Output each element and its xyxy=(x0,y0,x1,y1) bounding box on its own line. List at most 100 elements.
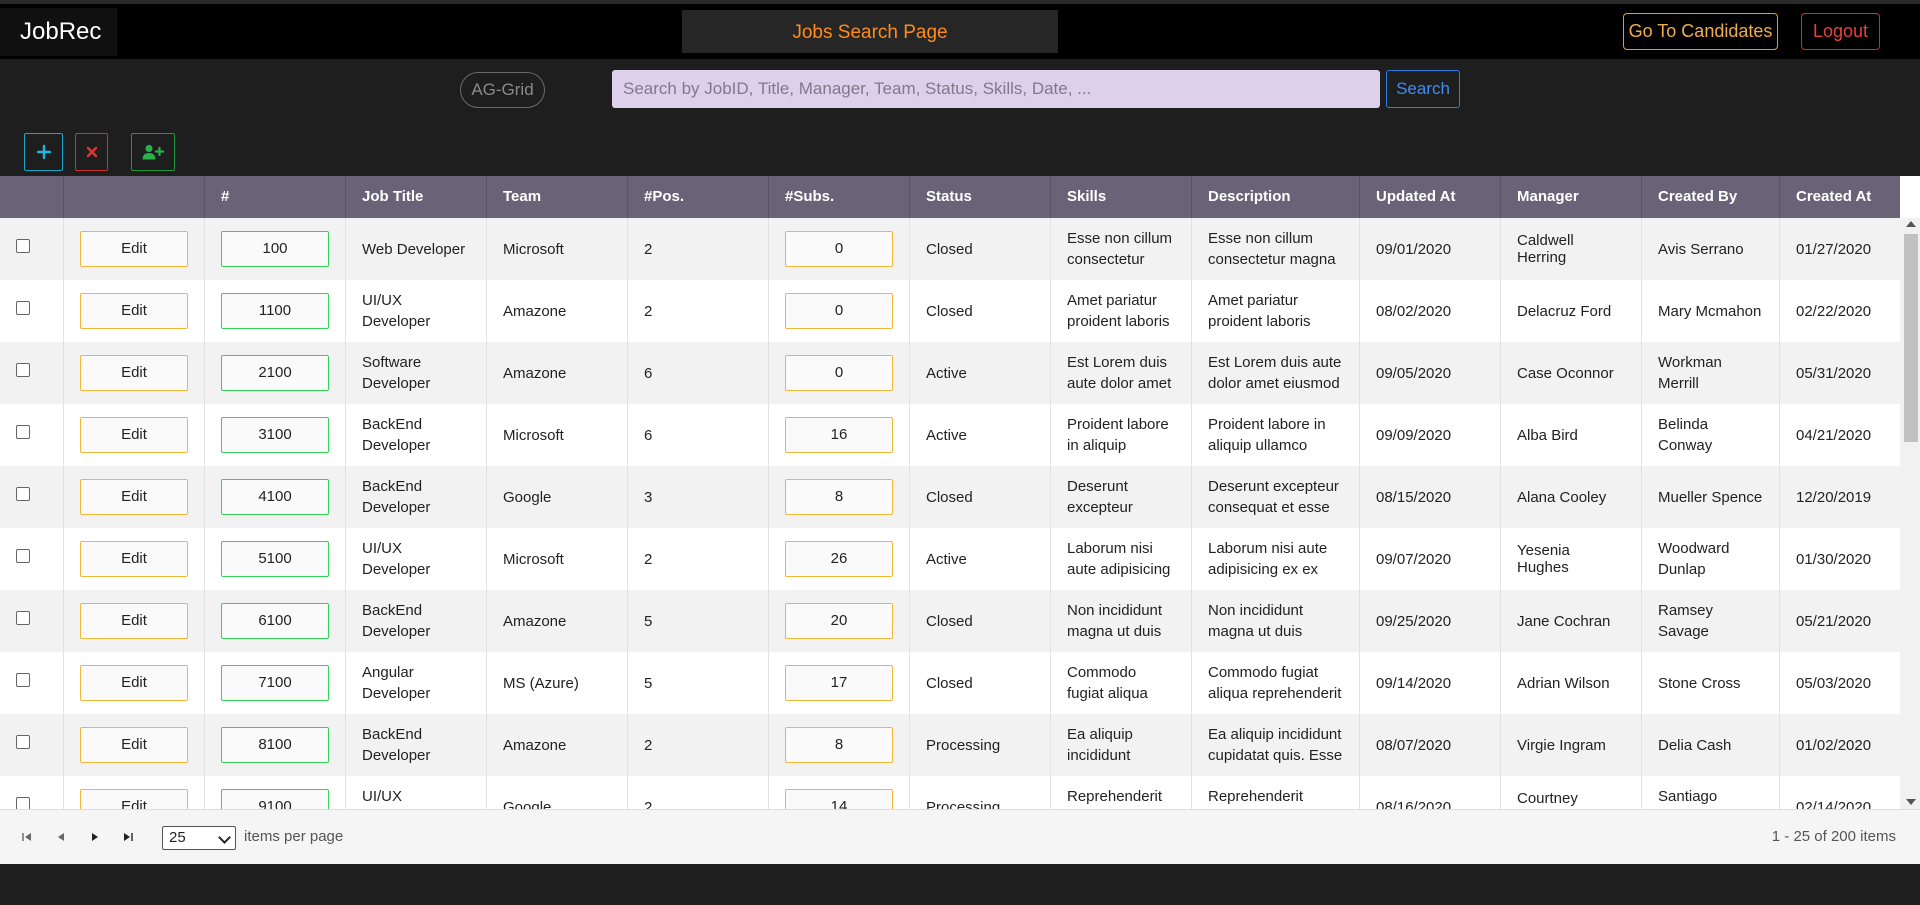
edit-button[interactable]: Edit xyxy=(80,603,188,639)
submissions-button[interactable]: 8 xyxy=(785,727,893,763)
created-at-cell: 05/21/2020 xyxy=(1780,590,1900,652)
header-job-title[interactable]: Job Title xyxy=(346,176,487,218)
row-checkbox[interactable] xyxy=(16,487,30,501)
submissions-button[interactable]: 8 xyxy=(785,479,893,515)
job-id-button[interactable]: 6100 xyxy=(221,603,329,639)
edit-button[interactable]: Edit xyxy=(80,293,188,329)
header-id[interactable]: # xyxy=(205,176,346,218)
go-to-candidates-button[interactable]: Go To Candidates xyxy=(1623,13,1778,50)
row-checkbox[interactable] xyxy=(16,239,30,253)
edit-button[interactable]: Edit xyxy=(80,355,188,391)
skills-text: Ea aliquip incididunt xyxy=(1067,726,1133,764)
job-id-button[interactable]: 3100 xyxy=(221,417,329,453)
delete-job-button[interactable] xyxy=(75,133,108,171)
table-row[interactable]: Edit 3100 BackEnd Developer Microsoft 6 16 Act… xyxy=(0,404,1900,466)
header-submissions[interactable]: #Subs. xyxy=(769,176,910,218)
table-row[interactable]: Edit 1100 UI/UX Developer Amazone 2 0 Closed Am… xyxy=(0,280,1900,342)
header-skills[interactable]: Skills xyxy=(1051,176,1192,218)
submissions-button[interactable]: 0 xyxy=(785,231,893,267)
header-status[interactable]: Status xyxy=(910,176,1051,218)
table-row[interactable]: Edit 7100 Angular Developer MS (Azure) 5 17 Cl… xyxy=(0,652,1900,714)
job-id-button[interactable]: 4100 xyxy=(221,479,329,515)
header-manager[interactable]: Manager xyxy=(1501,176,1642,218)
job-id-button[interactable]: 100 xyxy=(221,231,329,267)
created-at-cell: 05/31/2020 xyxy=(1780,342,1900,404)
brand-logo[interactable]: JobRec xyxy=(0,8,117,56)
search-button[interactable]: Search xyxy=(1386,70,1460,108)
page-size-select[interactable]: 25 xyxy=(162,826,236,850)
edit-button[interactable]: Edit xyxy=(80,727,188,763)
table-row[interactable]: Edit 100 Web Developer Microsoft 2 0 Closed Ess… xyxy=(0,218,1900,280)
edit-button[interactable]: Edit xyxy=(80,665,188,701)
positions-cell: 3 xyxy=(628,466,769,528)
submissions-button[interactable]: 0 xyxy=(785,293,893,329)
submissions-button[interactable]: 14 xyxy=(785,789,893,809)
status-cell: Active xyxy=(910,404,1051,466)
skills-cell: Commodo fugiat aliqua xyxy=(1051,652,1192,714)
header-checkbox-col[interactable] xyxy=(0,176,64,218)
last-page-icon[interactable] xyxy=(123,830,133,845)
job-id-button[interactable]: 5100 xyxy=(221,541,329,577)
row-checkbox[interactable] xyxy=(16,735,30,749)
submissions-button[interactable]: 17 xyxy=(785,665,893,701)
created-by-cell: Mueller Spence xyxy=(1642,466,1780,528)
add-job-button[interactable] xyxy=(24,133,63,171)
submissions-button[interactable]: 16 xyxy=(785,417,893,453)
positions-cell: 2 xyxy=(628,714,769,776)
header-created-by[interactable]: Created By xyxy=(1642,176,1780,218)
vertical-scrollbar[interactable] xyxy=(1900,218,1920,809)
job-id-button[interactable]: 7100 xyxy=(221,665,329,701)
prev-page-icon[interactable] xyxy=(57,830,65,845)
row-checkbox[interactable] xyxy=(16,673,30,687)
submissions-button[interactable]: 26 xyxy=(785,541,893,577)
row-checkbox[interactable] xyxy=(16,425,30,439)
header-description[interactable]: Description xyxy=(1192,176,1360,218)
skills-cell: Non incididunt magna ut duis xyxy=(1051,590,1192,652)
status-cell: Processing xyxy=(910,714,1051,776)
edit-button[interactable]: Edit xyxy=(80,231,188,267)
edit-button[interactable]: Edit xyxy=(80,479,188,515)
row-select-cell xyxy=(0,528,64,590)
job-id-button[interactable]: 8100 xyxy=(221,727,329,763)
scroll-up-arrow-icon[interactable] xyxy=(1906,221,1916,227)
created-at-cell: 02/22/2020 xyxy=(1780,280,1900,342)
job-id-cell: 7100 xyxy=(205,652,346,714)
manager-cell: Alba Bird xyxy=(1501,404,1642,466)
header-edit-col[interactable] xyxy=(64,176,205,218)
scrollbar-thumb[interactable] xyxy=(1904,234,1918,442)
add-candidate-button[interactable] xyxy=(131,133,175,171)
job-id-button[interactable]: 9100 xyxy=(221,789,329,809)
job-id-button[interactable]: 2100 xyxy=(221,355,329,391)
edit-button[interactable]: Edit xyxy=(80,417,188,453)
job-id-button[interactable]: 1100 xyxy=(221,293,329,329)
table-row[interactable]: Edit 2100 Software Developer Amazone 6 0 Activ… xyxy=(0,342,1900,404)
header-updated-at[interactable]: Updated At xyxy=(1360,176,1501,218)
submissions-button[interactable]: 0 xyxy=(785,355,893,391)
header-positions[interactable]: #Pos. xyxy=(628,176,769,218)
description-text: Est Lorem duis aute dolor amet eiusmod xyxy=(1208,354,1342,392)
edit-button[interactable]: Edit xyxy=(80,789,188,809)
row-checkbox[interactable] xyxy=(16,301,30,315)
row-checkbox[interactable] xyxy=(16,797,30,809)
table-row[interactable]: Edit 6100 BackEnd Developer Amazone 5 20 Close… xyxy=(0,590,1900,652)
logout-button[interactable]: Logout xyxy=(1801,13,1880,50)
search-input[interactable] xyxy=(612,70,1380,108)
table-row[interactable]: Edit 5100 UI/UX Developer Microsoft 2 26 Activ… xyxy=(0,528,1900,590)
table-row[interactable]: Edit 9100 UI/UX DeveloperGoogle2 14 Processi… xyxy=(0,776,1900,809)
table-row[interactable]: Edit 4100 BackEnd Developer Google 3 8 Closed D… xyxy=(0,466,1900,528)
header-team[interactable]: Team xyxy=(487,176,628,218)
edit-button[interactable]: Edit xyxy=(80,541,188,577)
edit-cell: Edit xyxy=(64,218,205,280)
manager-cell: Case Oconnor xyxy=(1501,342,1642,404)
submissions-button[interactable]: 20 xyxy=(785,603,893,639)
header-created-at[interactable]: Created At xyxy=(1780,176,1920,218)
scroll-down-arrow-icon[interactable] xyxy=(1906,799,1916,805)
next-page-icon[interactable] xyxy=(91,830,99,845)
row-checkbox[interactable] xyxy=(16,549,30,563)
table-row[interactable]: Edit 8100 BackEnd Developer Amazone 2 8 Proces… xyxy=(0,714,1900,776)
ag-grid-pill[interactable]: AG-Grid xyxy=(460,72,545,108)
created-by-cell: Delia Cash xyxy=(1642,714,1780,776)
row-checkbox[interactable] xyxy=(16,611,30,625)
row-checkbox[interactable] xyxy=(16,363,30,377)
first-page-icon[interactable] xyxy=(22,830,32,845)
